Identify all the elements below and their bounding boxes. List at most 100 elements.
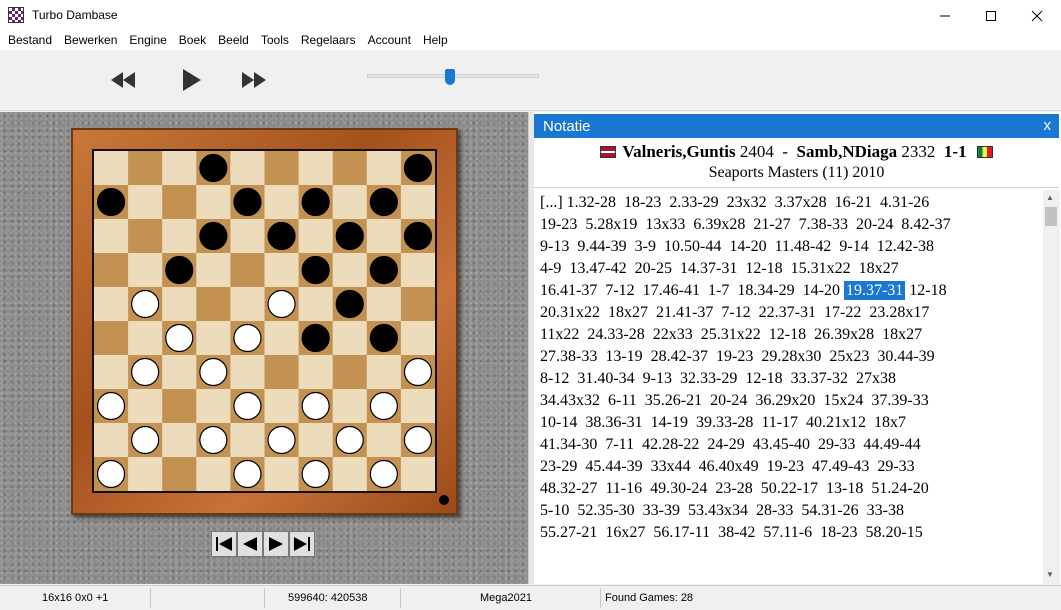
move-line[interactable]: 48.32-27 11-16 49.30-24 23-28 50.22-17 1…: [540, 478, 1040, 500]
white-piece[interactable]: [96, 459, 126, 489]
menu-engine[interactable]: Engine: [123, 31, 172, 50]
dark-square[interactable]: [94, 321, 129, 356]
menu-help[interactable]: Help: [417, 31, 454, 50]
move-line[interactable]: 16.41-37 7-12 17.46-41 1-7 18.34-29 14-2…: [540, 280, 1040, 302]
play-button[interactable]: [176, 66, 206, 94]
dark-square[interactable]: [128, 151, 163, 186]
black-piece[interactable]: [301, 255, 330, 285]
white-piece[interactable]: [233, 459, 262, 489]
menu-bewerken[interactable]: Bewerken: [58, 31, 123, 50]
move-text[interactable]: 16.41-37 7-12 17.46-41 1-7 18.34-29 14-2…: [540, 282, 844, 299]
white-piece[interactable]: [335, 425, 364, 455]
black-piece[interactable]: [199, 153, 228, 183]
white-piece[interactable]: [131, 425, 160, 455]
move-line[interactable]: 8-12 31.40-34 9-13 32.33-29 12-18 33.37-…: [540, 368, 1040, 390]
dark-square[interactable]: [128, 219, 163, 254]
black-piece[interactable]: [233, 187, 262, 217]
move-line[interactable]: [...] 1.32-28 18-23 2.33-29 23x32 3.37x2…: [540, 192, 1040, 214]
white-piece[interactable]: [165, 323, 194, 353]
black-piece[interactable]: [369, 255, 398, 285]
white-piece[interactable]: [233, 323, 262, 353]
black-piece[interactable]: [301, 323, 330, 353]
dark-square[interactable]: [332, 151, 368, 186]
dark-square[interactable]: [264, 151, 300, 186]
black-piece[interactable]: [165, 255, 194, 285]
dark-square[interactable]: [94, 253, 129, 288]
close-button[interactable]: [1014, 0, 1060, 31]
black-piece[interactable]: [267, 221, 296, 251]
black-piece[interactable]: [96, 187, 126, 217]
move-line[interactable]: 10-14 38.36-31 14-19 39.33-28 11-17 40.2…: [540, 412, 1040, 434]
black-piece[interactable]: [335, 289, 364, 319]
dark-square[interactable]: [162, 185, 197, 220]
black-piece[interactable]: [403, 153, 433, 183]
move-line[interactable]: 34.43x32 6-11 35.26-21 20-24 36.29x20 15…: [540, 390, 1040, 412]
white-piece[interactable]: [233, 391, 262, 421]
current-move[interactable]: 19.37-31: [843, 281, 906, 300]
move-line[interactable]: 55.27-21 16x27 56.17-11 38-42 57.11-6 18…: [540, 522, 1040, 544]
move-line[interactable]: 20.31x22 18x27 21.41-37 7-12 22.37-31 17…: [540, 302, 1040, 324]
black-piece[interactable]: [369, 187, 398, 217]
move-text[interactable]: 10-14 38.36-31 14-19 39.33-28 11-17 40.2…: [540, 414, 906, 431]
move-line[interactable]: 19-23 5.28x19 13x33 6.39x28 21-27 7.38-3…: [540, 214, 1040, 236]
move-text[interactable]: 5-10 52.35-30 33-39 53.43x34 28-33 54.31…: [540, 502, 904, 519]
move-line[interactable]: 11x22 24.33-28 22x33 25.31x22 12-18 26.3…: [540, 324, 1040, 346]
white-piece[interactable]: [301, 459, 330, 489]
dark-square[interactable]: [162, 389, 197, 424]
move-line[interactable]: 27.38-33 13-19 28.42-37 19-23 29.28x30 2…: [540, 346, 1040, 368]
menu-beeld[interactable]: Beeld: [212, 31, 255, 50]
menu-tools[interactable]: Tools: [255, 31, 295, 50]
move-line[interactable]: 5-10 52.35-30 33-39 53.43x34 28-33 54.31…: [540, 500, 1040, 522]
move-text[interactable]: 48.32-27 11-16 49.30-24 23-28 50.22-17 1…: [540, 480, 929, 497]
dark-square[interactable]: [162, 457, 197, 491]
menu-account[interactable]: Account: [362, 31, 417, 50]
white-piece[interactable]: [131, 357, 160, 387]
menu-boek[interactable]: Boek: [173, 31, 212, 50]
white-piece[interactable]: [403, 357, 433, 387]
white-piece[interactable]: [369, 391, 398, 421]
move-line[interactable]: 4-9 13.47-42 20-25 14.37-31 12-18 15.31x…: [540, 258, 1040, 280]
menu-regelaars[interactable]: Regelaars: [295, 31, 362, 50]
white-piece[interactable]: [131, 289, 160, 319]
dark-square[interactable]: [230, 253, 265, 288]
scroll-down-icon[interactable]: ▼: [1046, 570, 1054, 579]
move-text[interactable]: 4-9 13.47-42 20-25 14.37-31 12-18 15.31x…: [540, 260, 899, 277]
fast-forward-button[interactable]: [239, 66, 269, 94]
speed-slider-thumb[interactable]: [445, 69, 456, 85]
white-piece[interactable]: [403, 425, 433, 455]
move-text[interactable]: 34.43x32 6-11 35.26-21 20-24 36.29x20 15…: [540, 392, 929, 409]
move-text[interactable]: 41.34-30 7-11 42.28-22 24-29 43.45-40 29…: [540, 436, 921, 453]
scroll-up-icon[interactable]: ▲: [1046, 193, 1054, 202]
black-piece[interactable]: [301, 187, 330, 217]
scrollbar-thumb[interactable]: [1045, 207, 1057, 226]
maximize-button[interactable]: [968, 0, 1014, 31]
black-piece[interactable]: [403, 221, 433, 251]
move-text[interactable]: 23-29 45.44-39 33x44 46.40x49 19-23 47.4…: [540, 458, 915, 475]
next-move-button[interactable]: [263, 531, 289, 557]
move-text[interactable]: 11x22 24.33-28 22x33 25.31x22 12-18 26.3…: [540, 326, 922, 343]
rewind-button[interactable]: [108, 66, 138, 94]
move-text[interactable]: 20.31x22 18x27 21.41-37 7-12 22.37-31 17…: [540, 304, 929, 321]
white-piece[interactable]: [199, 357, 228, 387]
checkers-board[interactable]: [94, 151, 435, 491]
move-line[interactable]: 9-13 9.44-39 3-9 10.50-44 14-20 11.48-42…: [540, 236, 1040, 258]
minimize-button[interactable]: [922, 0, 968, 31]
menu-bestand[interactable]: Bestand: [2, 31, 58, 50]
black-piece[interactable]: [199, 221, 228, 251]
move-list-scrollbar[interactable]: [1043, 190, 1060, 584]
white-piece[interactable]: [369, 459, 398, 489]
move-text[interactable]: 9-13 9.44-39 3-9 10.50-44 14-20 11.48-42…: [540, 238, 934, 255]
move-text[interactable]: 12-18: [905, 282, 946, 299]
dark-square[interactable]: [264, 355, 300, 390]
notation-close-button[interactable]: x: [1044, 117, 1052, 134]
first-move-button[interactable]: [211, 531, 237, 557]
dark-square[interactable]: [196, 287, 231, 322]
last-move-button[interactable]: [289, 531, 315, 557]
white-piece[interactable]: [267, 425, 296, 455]
white-piece[interactable]: [199, 425, 228, 455]
move-line[interactable]: 41.34-30 7-11 42.28-22 24-29 43.45-40 29…: [540, 434, 1040, 456]
move-line[interactable]: 23-29 45.44-39 33x44 46.40x49 19-23 47.4…: [540, 456, 1040, 478]
black-piece[interactable]: [335, 221, 364, 251]
move-text[interactable]: 27.38-33 13-19 28.42-37 19-23 29.28x30 2…: [540, 348, 935, 365]
black-piece[interactable]: [369, 323, 398, 353]
